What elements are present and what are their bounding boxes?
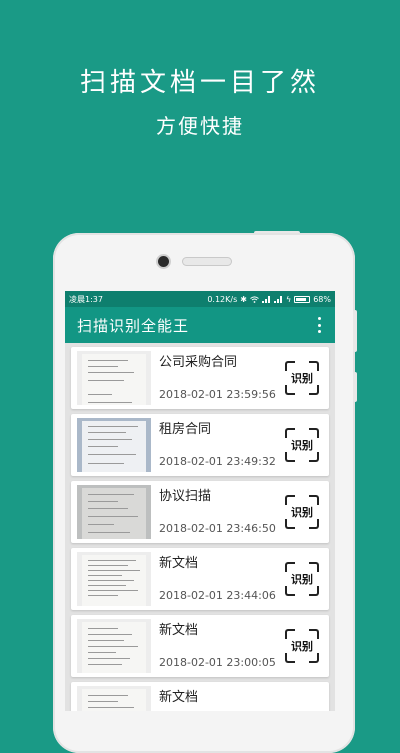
document-info: 租房合同 2018-02-01 23:49:32 (157, 414, 285, 476)
document-info: 协议扫描 2018-02-01 23:46:50 (157, 481, 285, 543)
recognize-label: 识别 (291, 573, 313, 586)
document-name: 新文档 (159, 690, 199, 705)
phone-screen: 凌晨1:37 0.12K/s ✱ ϟ 68% 扫描识别全能王 公司采购合同 20… (65, 291, 335, 711)
document-info: 新文档 (157, 682, 329, 711)
app-title: 扫描识别全能王 (77, 316, 190, 335)
charging-icon: ϟ (285, 294, 292, 304)
recognize-label: 识别 (291, 640, 313, 653)
document-date: 2018-02-01 23:59:56 (159, 388, 276, 401)
document-name: 新文档 (159, 623, 199, 638)
recognize-button[interactable]: 识别 (285, 361, 319, 395)
battery-icon (294, 295, 311, 303)
recognize-button[interactable]: 识别 (285, 562, 319, 596)
document-thumbnail (77, 686, 151, 711)
document-date: 2018-02-01 23:44:06 (159, 589, 276, 602)
promo-headline: 扫描文档一目了然 (79, 68, 320, 98)
signal-icon-2 (273, 295, 283, 303)
phone-volume-button (353, 310, 357, 352)
document-info: 公司采购合同 2018-02-01 23:59:56 (157, 347, 285, 409)
document-name: 公司采购合同 (159, 355, 238, 370)
status-bar: 凌晨1:37 0.12K/s ✱ ϟ 68% (65, 291, 335, 307)
front-camera (158, 256, 169, 267)
signal-icon (261, 295, 271, 303)
list-item[interactable]: 公司采购合同 2018-02-01 23:59:56 识别 (71, 347, 329, 409)
recognize-button[interactable]: 识别 (285, 629, 319, 663)
earpiece-speaker (182, 257, 232, 266)
document-thumbnail (77, 552, 151, 606)
recognize-label: 识别 (291, 439, 313, 452)
document-date: 2018-02-01 23:00:05 (159, 656, 276, 669)
document-thumbnail (77, 418, 151, 472)
list-item[interactable]: 新文档 (71, 682, 329, 711)
app-bar: 扫描识别全能王 (65, 307, 335, 343)
list-item[interactable]: 租房合同 2018-02-01 23:49:32 识别 (71, 414, 329, 476)
recognize-button[interactable]: 识别 (285, 428, 319, 462)
document-name: 新文档 (159, 556, 199, 571)
promo-subheadline: 方便快捷 (156, 114, 244, 138)
phone-power-button (353, 372, 357, 402)
document-thumbnail (77, 351, 151, 405)
list-item[interactable]: 协议扫描 2018-02-01 23:46:50 识别 (71, 481, 329, 543)
battery-percent: 68% (313, 294, 331, 304)
document-info: 新文档 2018-02-01 23:44:06 (157, 548, 285, 610)
document-name: 租房合同 (159, 422, 212, 437)
recognize-label: 识别 (291, 372, 313, 385)
list-item[interactable]: 新文档 2018-02-01 23:44:06 识别 (71, 548, 329, 610)
network-speed: 0.12K/s (207, 294, 238, 304)
list-item[interactable]: 新文档 2018-02-01 23:00:05 识别 (71, 615, 329, 677)
document-thumbnail (77, 485, 151, 539)
status-icons: 0.12K/s ✱ ϟ 68% (207, 295, 331, 304)
document-name: 协议扫描 (159, 489, 212, 504)
status-time: 凌晨1:37 (69, 294, 103, 304)
document-date: 2018-02-01 23:46:50 (159, 522, 276, 535)
wifi-icon (250, 295, 259, 303)
recognize-button[interactable]: 识别 (285, 495, 319, 529)
document-info: 新文档 2018-02-01 23:00:05 (157, 615, 285, 677)
document-list: 公司采购合同 2018-02-01 23:59:56 识别 租房合同 2018-… (65, 343, 335, 711)
recognize-label: 识别 (291, 506, 313, 519)
document-date: 2018-02-01 23:49:32 (159, 455, 276, 468)
bluetooth-icon: ✱ (240, 294, 247, 304)
document-thumbnail (77, 619, 151, 673)
more-vertical-icon[interactable] (313, 315, 325, 335)
